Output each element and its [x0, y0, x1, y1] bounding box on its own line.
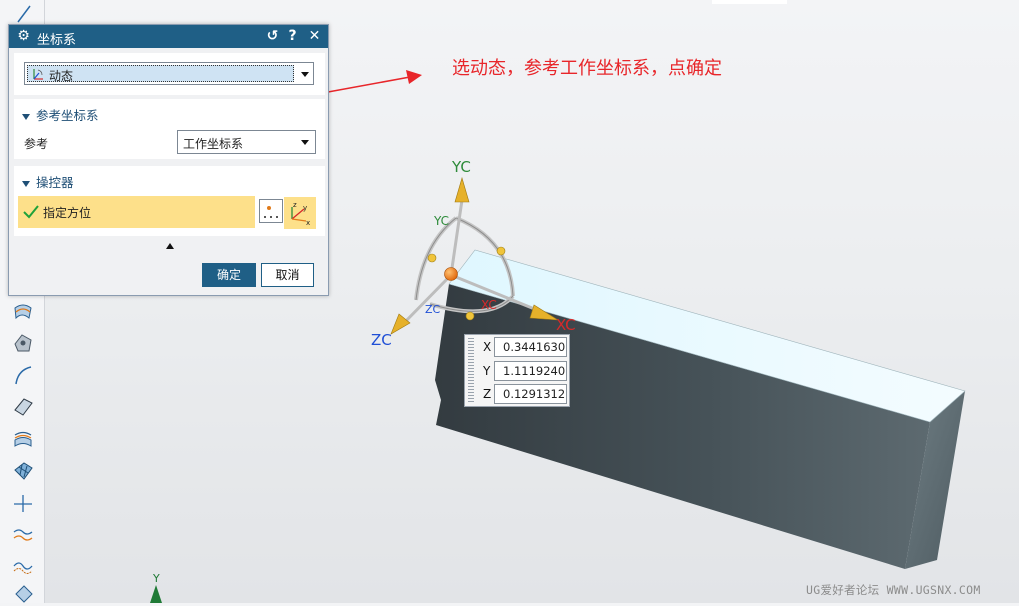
- type-dropdown-value: 动态: [49, 69, 74, 83]
- manipulator-section-header[interactable]: 操控器: [22, 172, 74, 191]
- yc-axis-handle: [454, 176, 470, 203]
- triad-y-label: Y: [153, 572, 160, 585]
- point-dialog-button[interactable]: [259, 199, 283, 223]
- tool-extract-icon[interactable]: [10, 580, 36, 606]
- yc-inner-label: YC: [434, 214, 450, 228]
- help-icon[interactable]: ?: [284, 28, 301, 45]
- tool-offset-curve-icon[interactable]: [10, 522, 36, 548]
- zc-axis-handle: [390, 313, 411, 335]
- dynamic-csys-icon: [33, 69, 43, 80]
- type-dropdown-selection: 动态: [27, 65, 294, 83]
- checkmark-icon: [23, 205, 39, 219]
- chevron-down-icon: [301, 72, 309, 77]
- ok-button[interactable]: 确定: [202, 263, 256, 287]
- coord-row-x: X 0.3441630: [465, 336, 569, 358]
- xc-label: XC: [556, 316, 576, 334]
- manipulator-section-title: 操控器: [36, 175, 74, 190]
- csys-orientation-icon: z yx: [291, 201, 310, 227]
- csys-dialog: ⚙ 坐标系 ↺ ? ✕ 动态 参考坐标系 参考 工作坐标系 操控器 指定方位 z…: [8, 24, 329, 296]
- x-label: X: [483, 340, 492, 354]
- tool-mesh-surface-icon[interactable]: [10, 458, 36, 484]
- tool-curve-icon[interactable]: [10, 362, 36, 388]
- instruction-annotation: 选动态，参考工作坐标系，点确定: [452, 58, 722, 79]
- reset-icon[interactable]: ↺: [264, 28, 281, 45]
- specify-orientation-label: 指定方位: [43, 206, 92, 220]
- zc-inner-label: ZC: [425, 303, 441, 316]
- reference-dropdown-value: 工作坐标系: [183, 137, 244, 151]
- svg-text:z: z: [293, 201, 297, 209]
- csys-orientation-button[interactable]: zyx: [284, 197, 316, 229]
- dialog-title: 坐标系: [37, 33, 77, 48]
- y-label: Y: [483, 364, 491, 378]
- zc-label: ZC: [371, 331, 392, 349]
- coord-row-y: Y 1.1119240: [465, 360, 569, 382]
- type-dropdown[interactable]: 动态: [24, 62, 314, 85]
- reference-section-title: 参考坐标系: [36, 108, 99, 123]
- tool-wave-curve-icon[interactable]: [10, 552, 36, 578]
- reference-section-header[interactable]: 参考坐标系: [22, 105, 99, 124]
- type-section: 动态: [14, 53, 325, 95]
- dialog-titlebar[interactable]: ⚙ 坐标系 ↺ ? ✕: [9, 25, 328, 48]
- chevron-down-icon: [301, 140, 309, 145]
- collapse-triangle-icon: [22, 113, 30, 120]
- collapse-triangle-icon: [22, 180, 30, 187]
- reference-label: 参考: [24, 137, 49, 151]
- yc-label: YC: [452, 158, 471, 176]
- tool-intersection-point-icon[interactable]: [10, 490, 36, 516]
- cancel-button[interactable]: 取消: [261, 263, 314, 287]
- manipulator-section: 操控器 指定方位 zyx: [14, 166, 325, 236]
- svg-text:y: y: [303, 204, 307, 212]
- reference-dropdown[interactable]: 工作坐标系: [177, 130, 316, 154]
- part-body[interactable]: [435, 249, 966, 569]
- tool-ruled-surface-icon[interactable]: [10, 426, 36, 452]
- annotation-arrow: [327, 70, 422, 93]
- tool-swept-surface-icon[interactable]: [10, 298, 36, 324]
- z-coordinate-field[interactable]: 0.1291312: [494, 384, 567, 404]
- tool-patch-icon[interactable]: [10, 330, 36, 356]
- reference-section: 参考坐标系 参考 工作坐标系: [14, 99, 325, 159]
- tool-surface-icon[interactable]: [10, 394, 36, 420]
- coord-row-z: Z 0.1291312: [465, 383, 569, 405]
- more-options-toggle[interactable]: [14, 239, 325, 253]
- forum-watermark: UG爱好者论坛 WWW.UGSNX.COM: [806, 583, 981, 597]
- svg-text:x: x: [306, 219, 310, 227]
- coordinate-entry-box: X 0.3441630 Y 1.1119240 Z 0.1291312: [464, 334, 570, 407]
- y-coordinate-field[interactable]: 1.1119240: [494, 361, 567, 381]
- z-label: Z: [483, 387, 492, 401]
- collapse-arrow-icon: [166, 243, 174, 249]
- tool-line-icon[interactable]: [10, 0, 36, 26]
- close-icon[interactable]: ✕: [306, 28, 323, 45]
- point-dialog-icon: [264, 206, 278, 218]
- xc-inner-label: XC: [481, 298, 497, 312]
- view-triad: [150, 585, 162, 603]
- specify-orientation-row[interactable]: 指定方位: [18, 196, 255, 228]
- settings-gear-icon[interactable]: ⚙: [15, 28, 32, 45]
- origin-handle: [444, 267, 458, 281]
- x-coordinate-field[interactable]: 0.3441630: [494, 337, 567, 357]
